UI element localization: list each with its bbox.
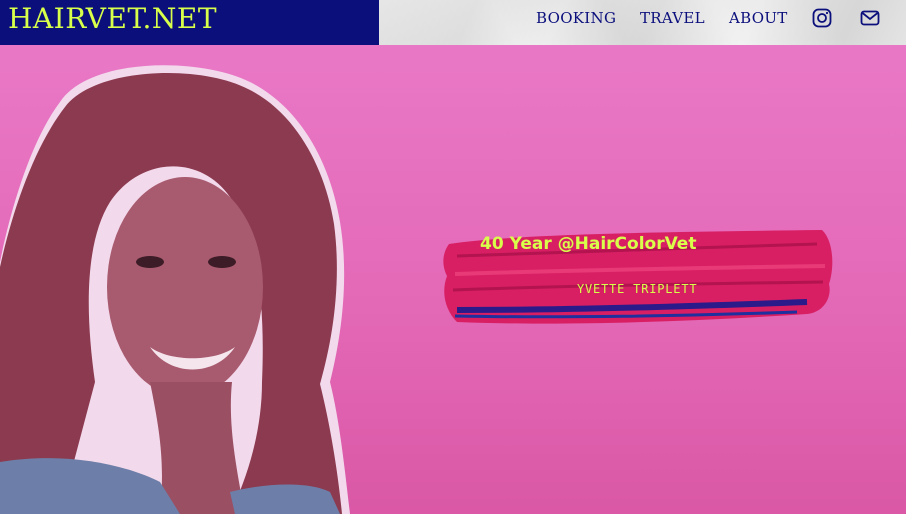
site-header: HAIRVET.NET BOOKING TRAVEL ABOUT [0,0,906,45]
logo-block: HAIRVET.NET [0,0,379,45]
nav-travel-link[interactable]: TRAVEL [640,9,705,27]
nav-about-link[interactable]: ABOUT [729,9,788,27]
instagram-icon[interactable] [812,8,832,28]
hero-title: 40 Year @HairColorVet [480,234,697,254]
portrait-photo [0,65,350,514]
hero-card: 40 Year @HairColorVet YVETTE TRIPLETT [437,226,837,330]
hero-subtitle: YVETTE TRIPLETT [577,282,698,296]
site-logo[interactable]: HAIRVET.NET [8,2,217,36]
mail-icon[interactable] [860,8,880,28]
nav-booking-link[interactable]: BOOKING [536,9,616,27]
